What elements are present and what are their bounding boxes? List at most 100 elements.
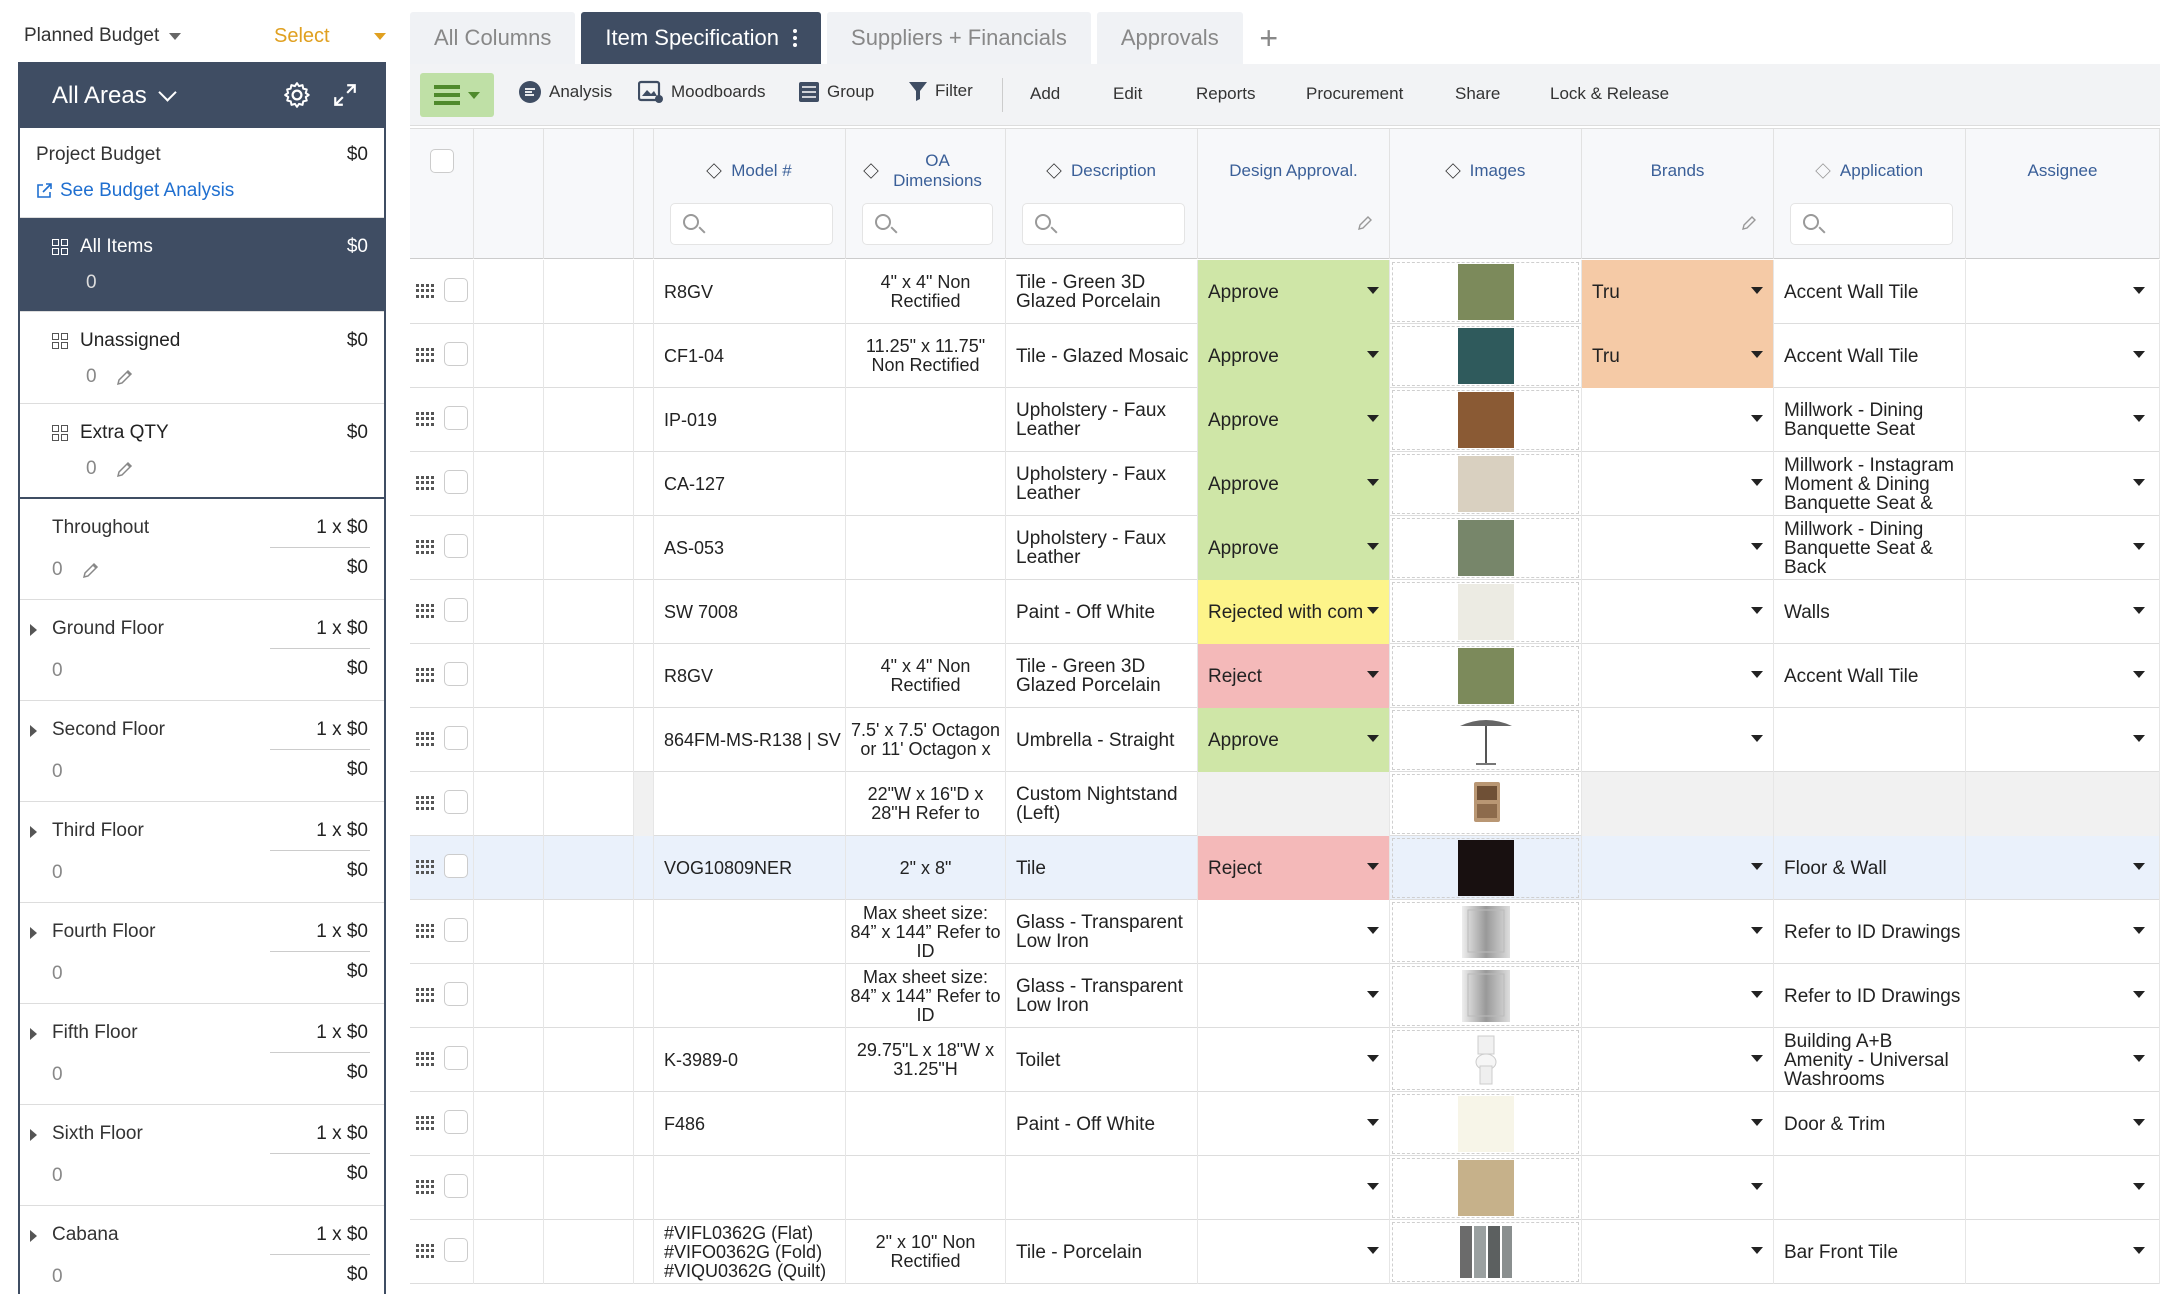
approval-select[interactable]: Approve [1198, 324, 1390, 388]
model-cell[interactable]: IP-019 [654, 388, 846, 452]
dimensions-cell[interactable] [846, 452, 1006, 516]
image-cell[interactable] [1390, 260, 1582, 324]
description-cell[interactable]: Tile - Green 3D Glazed Porcelain [1006, 644, 1198, 708]
assignee-select[interactable] [1966, 516, 2160, 580]
drag-handle-icon[interactable] [416, 284, 434, 298]
drag-handle-icon[interactable] [416, 1244, 434, 1258]
expand-caret-icon[interactable] [30, 1129, 37, 1141]
drag-handle-icon[interactable] [416, 988, 434, 1002]
row-checkbox[interactable] [444, 470, 468, 494]
row-checkbox[interactable] [444, 790, 468, 814]
expand-caret-icon[interactable] [30, 1230, 37, 1242]
brand-select[interactable] [1582, 1156, 1774, 1220]
group-extra-qty[interactable]: Extra QTY $0 0 [20, 404, 384, 499]
model-cell[interactable]: K-3989-0 [654, 1028, 846, 1092]
dimensions-cell[interactable]: 22"W x 16"D x 28"H Refer to [846, 772, 1006, 836]
model-cell[interactable]: 864FM-MS-R138 | SV [654, 708, 846, 772]
approval-select[interactable] [1198, 900, 1390, 964]
brand-select[interactable] [1582, 836, 1774, 900]
brand-select[interactable]: Tru [1582, 324, 1774, 388]
row-checkbox[interactable] [444, 278, 468, 302]
pencil-icon[interactable] [81, 560, 101, 580]
row-checkbox[interactable] [444, 662, 468, 686]
see-budget-analysis-link[interactable]: See Budget Analysis [36, 180, 384, 202]
approval-select[interactable] [1198, 1220, 1390, 1284]
drag-handle-icon[interactable] [416, 348, 434, 362]
approval-select[interactable] [1198, 1092, 1390, 1156]
column-model[interactable]: Model # [654, 129, 846, 259]
table-row[interactable]: F486 Paint - Off White Door & Trim [410, 1092, 2160, 1156]
group-button[interactable]: Group [798, 80, 874, 104]
expand-icon[interactable] [332, 82, 358, 108]
assignee-select[interactable] [1966, 900, 2160, 964]
table-row[interactable]: VOG10809NER 2" x 8" Tile Reject Floor & Wall [410, 836, 2160, 900]
expand-caret-icon[interactable] [30, 624, 37, 636]
table-row[interactable]: SW 7008 Paint - Off White Rejected with co… [410, 580, 2160, 644]
pencil-icon[interactable] [1357, 215, 1373, 231]
column-description[interactable]: Description [1006, 129, 1198, 259]
image-cell[interactable] [1390, 708, 1582, 772]
row-checkbox[interactable] [444, 1046, 468, 1070]
group-all-items[interactable]: All Items $0 0 [20, 218, 384, 312]
brand-select[interactable] [1582, 964, 1774, 1028]
description-cell[interactable]: Umbrella - Straight [1006, 708, 1198, 772]
image-cell[interactable] [1390, 452, 1582, 516]
model-cell[interactable]: AS-053 [654, 516, 846, 580]
assignee-select[interactable] [1966, 452, 2160, 516]
tab-approvals[interactable]: Approvals [1096, 12, 1243, 64]
brand-select[interactable] [1582, 1220, 1774, 1284]
table-row[interactable]: K-3989-0 29.75"L x 18"W x 31.25"H Toilet Bu… [410, 1028, 2160, 1092]
application-cell[interactable]: Floor & Wall [1774, 836, 1966, 900]
expand-caret-icon[interactable] [30, 826, 37, 838]
dimensions-cell[interactable] [846, 580, 1006, 644]
share-button[interactable]: Share [1455, 84, 1500, 104]
table-row[interactable]: AS-053 Upholstery - Faux Leather Approve Mi… [410, 516, 2160, 580]
row-checkbox[interactable] [444, 1174, 468, 1198]
brand-select[interactable] [1582, 388, 1774, 452]
analysis-button[interactable]: Analysis [518, 80, 612, 104]
application-cell[interactable]: Accent Wall Tile [1774, 324, 1966, 388]
drag-handle-icon[interactable] [416, 476, 434, 490]
column-design-approval[interactable]: Design Approval. [1198, 129, 1390, 259]
expand-caret-icon[interactable] [30, 1028, 37, 1040]
moodboards-button[interactable]: Moodboards [638, 80, 766, 104]
column-oa-dimensions[interactable]: OA Dimensions [846, 129, 1006, 259]
brand-select[interactable] [1582, 708, 1774, 772]
assignee-select[interactable] [1966, 260, 2160, 324]
application-cell[interactable]: Building A+B Amenity - Universal Washroo… [1774, 1028, 1966, 1092]
drag-handle-icon[interactable] [416, 860, 434, 874]
brand-select[interactable] [1582, 1092, 1774, 1156]
image-cell[interactable] [1390, 324, 1582, 388]
table-row[interactable]: Max sheet size: 84” x 144” Refer to ID Gl… [410, 964, 2160, 1028]
drag-handle-icon[interactable] [416, 924, 434, 938]
image-cell[interactable] [1390, 388, 1582, 452]
approval-select[interactable]: Approve [1198, 260, 1390, 324]
model-cell[interactable]: R8GV [654, 644, 846, 708]
image-cell[interactable] [1390, 1220, 1582, 1284]
row-checkbox[interactable] [444, 1238, 468, 1262]
model-cell[interactable]: CF1-04 [654, 324, 846, 388]
approval-select[interactable]: Rejected with com [1198, 580, 1390, 644]
description-cell[interactable]: Toilet [1006, 1028, 1198, 1092]
application-cell[interactable]: Millwork - Instagram Moment & Dining Ban… [1774, 452, 1966, 516]
description-cell[interactable]: Upholstery - Faux Leather [1006, 516, 1198, 580]
brand-select[interactable] [1582, 900, 1774, 964]
application-cell[interactable]: Refer to ID Drawings [1774, 964, 1966, 1028]
expand-caret-icon[interactable] [30, 725, 37, 737]
table-row[interactable]: R8GV 4" x 4" Non Rectified Tile - Green 3D… [410, 644, 2160, 708]
procurement-button[interactable]: Procurement [1306, 84, 1403, 104]
dimensions-cell[interactable]: 7.5' x 7.5' Octagon or 11' Octagon x [846, 708, 1006, 772]
description-cell[interactable]: Tile [1006, 836, 1198, 900]
menu-button[interactable] [420, 73, 494, 117]
application-search-input[interactable] [1790, 203, 1953, 245]
add-button[interactable]: Add [1030, 84, 1060, 104]
dimensions-cell[interactable]: Max sheet size: 84” x 144” Refer to ID [846, 964, 1006, 1028]
description-search-input[interactable] [1022, 203, 1185, 245]
dimensions-cell[interactable] [846, 388, 1006, 452]
gear-icon[interactable] [282, 80, 312, 110]
application-cell[interactable]: Accent Wall Tile [1774, 644, 1966, 708]
application-cell[interactable]: Millwork - Dining Banquette Seat [1774, 388, 1966, 452]
row-checkbox[interactable] [444, 598, 468, 622]
approval-select[interactable]: Approve [1198, 516, 1390, 580]
assignee-select[interactable] [1966, 644, 2160, 708]
